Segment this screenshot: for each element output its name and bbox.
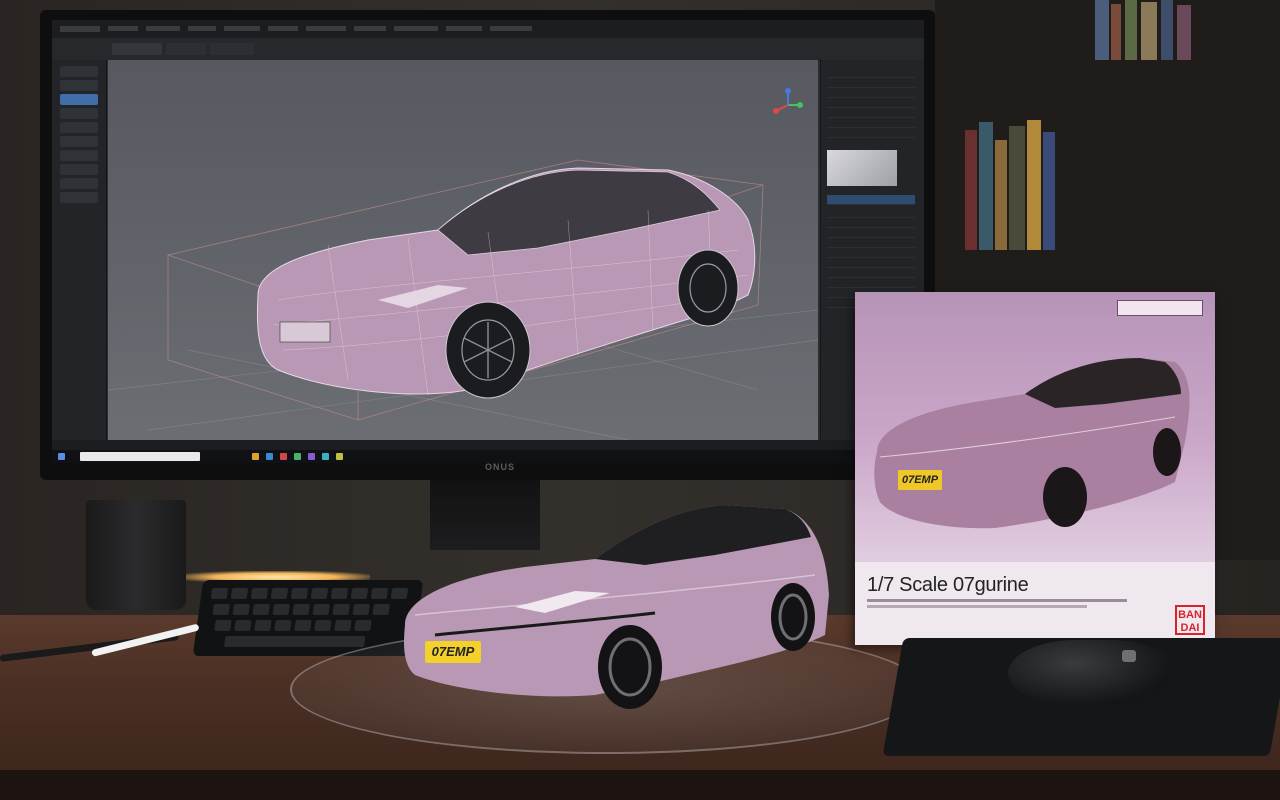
- front-wheel: [445, 301, 531, 399]
- toolbar-tab[interactable]: [210, 43, 254, 55]
- material-preview: [827, 150, 897, 186]
- outliner-row[interactable]: [827, 128, 915, 138]
- monitor-screen: [52, 20, 924, 463]
- wireframe-car-render: [108, 88, 818, 440]
- box-license-plate: 07EMP: [898, 470, 942, 490]
- 3d-viewport[interactable]: [108, 60, 818, 440]
- box-artwork: 07EMP: [855, 292, 1215, 562]
- mug: [86, 500, 186, 610]
- brand-logo: BAN DAI: [1175, 605, 1205, 635]
- outliner-row[interactable]: [827, 118, 915, 128]
- status-bar: [52, 440, 924, 450]
- axis-gizmo: [773, 88, 803, 114]
- physical-car-model: [404, 505, 829, 709]
- app-icon[interactable]: [294, 453, 301, 460]
- tool-panel: [52, 60, 107, 440]
- tool-button[interactable]: [60, 80, 98, 91]
- outliner-row[interactable]: [827, 108, 915, 118]
- tool-button[interactable]: [60, 178, 98, 189]
- outliner-row[interactable]: [827, 248, 915, 258]
- tool-button[interactable]: [60, 122, 98, 133]
- model-license-plate: 07EMP: [425, 641, 481, 663]
- mouse-logo-icon: [1122, 650, 1136, 662]
- taskbar: [52, 450, 924, 463]
- tool-button[interactable]: [60, 136, 98, 147]
- outliner-row[interactable]: [827, 278, 915, 288]
- box-title: 1/7 Scale 07gurine: [867, 574, 1029, 596]
- desk-edge: [0, 770, 1280, 800]
- app-icon[interactable]: [252, 453, 259, 460]
- app-icon[interactable]: [336, 453, 343, 460]
- box-subtitle-line: [867, 605, 1087, 608]
- box-badge: [1117, 300, 1203, 316]
- monitor-brand: ONUS: [484, 462, 515, 472]
- toolbar-tab[interactable]: [112, 43, 162, 55]
- mouse: [1008, 640, 1173, 706]
- outliner-row[interactable]: [827, 78, 915, 88]
- tool-button[interactable]: [60, 164, 98, 175]
- outliner-row[interactable]: [827, 268, 915, 278]
- toolbar: [52, 38, 924, 61]
- app-icon[interactable]: [266, 453, 273, 460]
- tool-button[interactable]: [60, 108, 98, 119]
- start-icon[interactable]: [58, 453, 65, 460]
- outliner-row[interactable]: [827, 228, 915, 238]
- toolbar-tab[interactable]: [166, 43, 206, 55]
- outliner-row[interactable]: [827, 88, 915, 98]
- outliner-row[interactable]: [827, 258, 915, 268]
- outliner-row[interactable]: [827, 98, 915, 108]
- tool-button[interactable]: [60, 150, 98, 161]
- product-box: 07EMP 1/7 Scale 07gurine BAN DAI: [855, 292, 1215, 645]
- box-subtitle-line: [867, 599, 1127, 602]
- outliner-row[interactable]: [827, 208, 915, 218]
- app-icon[interactable]: [322, 453, 329, 460]
- app-icon[interactable]: [308, 453, 315, 460]
- taskbar-search[interactable]: [80, 452, 200, 461]
- outliner-row[interactable]: [827, 195, 915, 205]
- tool-button[interactable]: [60, 192, 98, 203]
- tool-button[interactable]: [60, 66, 98, 77]
- rear-wheel: [677, 249, 739, 327]
- box-car-image: [874, 358, 1190, 529]
- app-icon[interactable]: [280, 453, 287, 460]
- outliner-row[interactable]: [827, 238, 915, 248]
- outliner-row[interactable]: [827, 68, 915, 78]
- menu-bar: [52, 20, 924, 38]
- tool-button-active[interactable]: [60, 94, 98, 105]
- outliner-row[interactable]: [827, 218, 915, 228]
